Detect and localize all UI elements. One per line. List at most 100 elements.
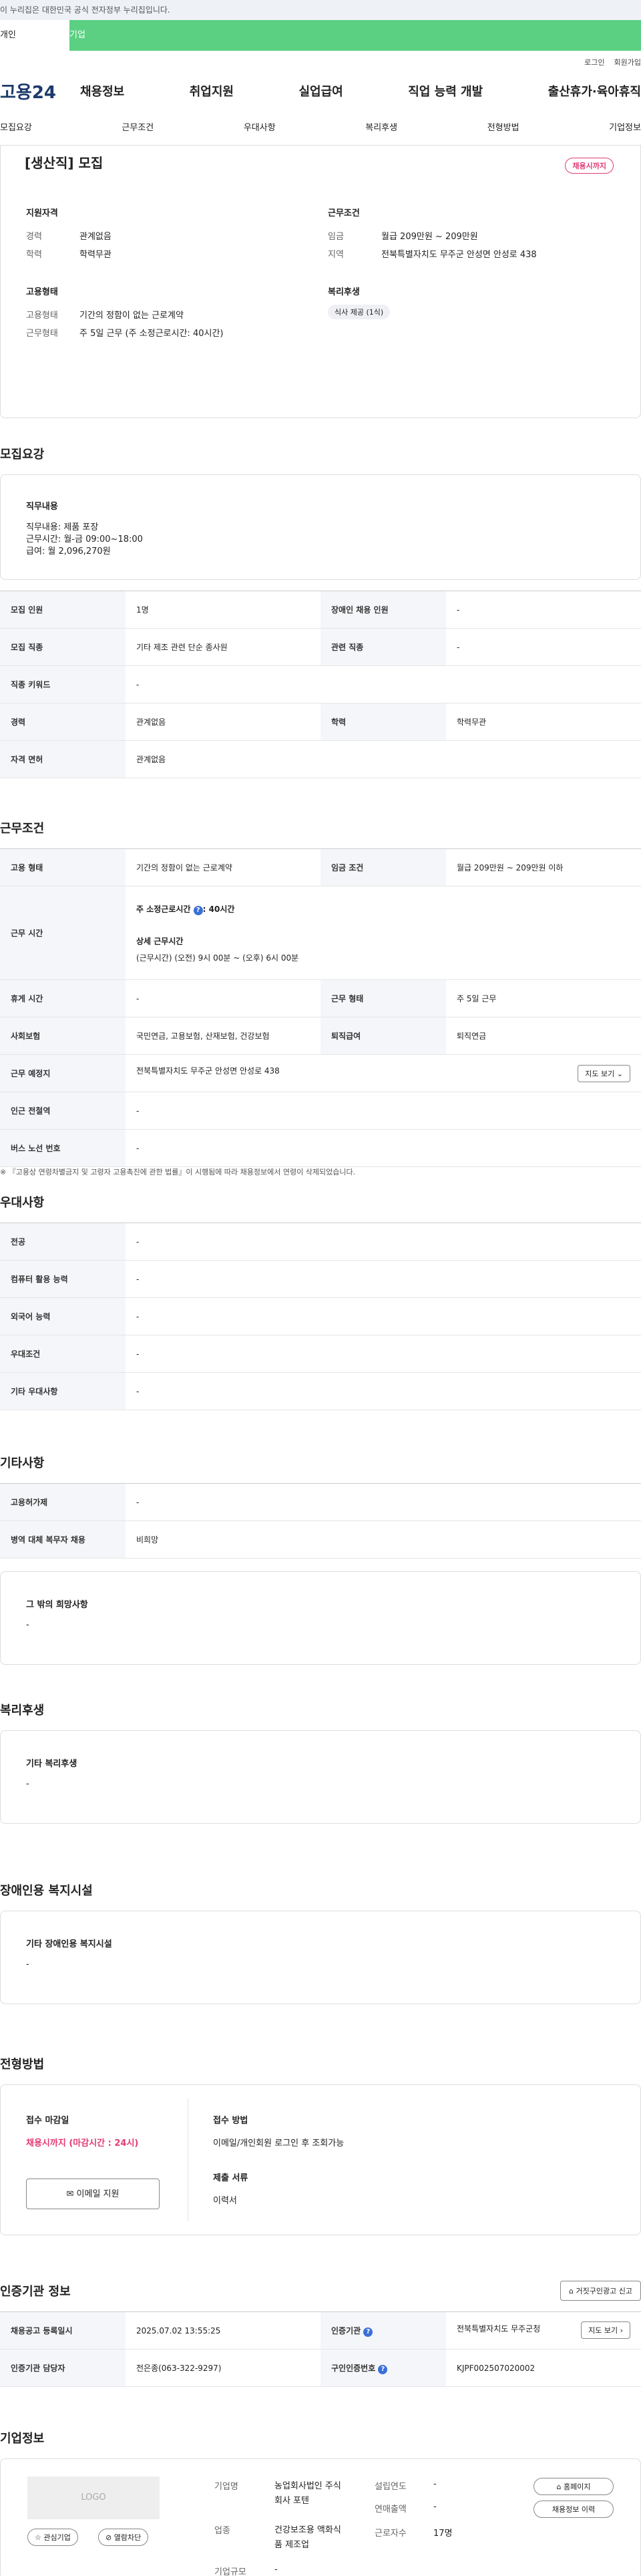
home-icon: ⌂ (556, 2482, 562, 2491)
founded-value: - (433, 2479, 437, 2489)
cond-heading: 근무조건 (328, 208, 360, 218)
cell-key: 외국어 능력 (0, 1297, 126, 1335)
cell-value: 관계없음 (126, 740, 641, 778)
cell-value: 기타 제조 관련 단순 종사원 (126, 628, 320, 666)
table-row: 모집 직종 기타 제조 관련 단순 종사원 관련 직종 - (0, 628, 641, 666)
selection-section: 전형방법 접수 마감일 채용시까지 (마감시간 : 24시) ✉ 이메일 지원 … (0, 2055, 641, 2282)
tab-selection[interactable]: 전형방법 (487, 120, 519, 133)
company-name-value: 농업회사법인 주식회사 포텐 (274, 2481, 341, 2506)
duty-line: 급여: 월 2,096,270원 (26, 546, 111, 556)
method-value: 이메일/개인회원 로그인 후 조회가능 (213, 2138, 345, 2148)
welfare-section: 복리후생 기타 복리후생 - (0, 1701, 641, 1881)
company-heading: 기업정보 (0, 2432, 45, 2446)
industry-value: 건강보조용 액화식품 제조업 (274, 2525, 341, 2550)
site-logo[interactable]: 고용24 (0, 79, 80, 104)
table-row: 휴게 시간 - 근무 형태 주 5일 근무 (0, 979, 641, 1017)
cell-key: 채용공고 등록일시 (0, 2311, 126, 2350)
edu-value: 학력무관 (79, 250, 112, 260)
cell-value: - (126, 1223, 641, 1261)
benefit-heading: 복리후생 (328, 287, 360, 297)
weekly-hours-label: 주 소정근로시간 (136, 904, 191, 914)
benefit-tag: 식사 제공 (1식) (328, 305, 391, 319)
favorite-label: 관심기업 (43, 2533, 71, 2542)
gov-notice-bar: 이 누리집은 대한민국 공식 전자정부 누리집입니다. (0, 0, 641, 20)
favorite-company-button[interactable]: ☆ 관심기업 (27, 2529, 78, 2546)
homepage-button[interactable]: ⌂ 홈페이지 (533, 2478, 614, 2495)
cell-key: 경력 (0, 703, 126, 741)
company-section: 기업정보 LOGO ☆ 관심기업 ⊘ 열람차단 기업명 농업회사법인 주식회사 … (0, 2429, 641, 2576)
tab-conditions[interactable]: 근무조건 (122, 120, 154, 133)
gnb-item-benefit[interactable]: 실업급여 (299, 82, 343, 100)
pref-table: 전공 - 컴퓨터 활용 능력 - 외국어 능력 - 우대조건 - 기타 우대사항 - (0, 1223, 641, 1410)
revenue-label: 연매출액 (375, 2505, 407, 2515)
login-link[interactable]: 로그인 (584, 57, 604, 67)
etc-heading: 기타사항 (0, 1456, 45, 1470)
cell-value: 2025.07.02 13:55:25 (126, 2311, 320, 2350)
gnb-item-support[interactable]: 취업지원 (190, 82, 234, 100)
tab-personal[interactable]: 개인 (0, 20, 69, 51)
table-row: 직종 키워드 - (0, 665, 641, 703)
weekly-hours-value: : 40시간 (202, 904, 235, 914)
status-badge: 채용시까지 (565, 158, 614, 174)
gnb-item-training[interactable]: 직업 능력 개발 (408, 82, 483, 100)
info-icon[interactable]: ? (378, 2364, 388, 2374)
cell-key: 고용 형태 (0, 848, 126, 887)
detail-hours-label: 상세 근무시간 (136, 936, 184, 946)
email-apply-button[interactable]: ✉ 이메일 지원 (26, 2179, 160, 2209)
docs-label: 제출 서류 (213, 2173, 248, 2183)
cell-key: 기타 우대사항 (0, 1372, 126, 1410)
welfare-heading: 복리후생 (0, 1704, 45, 1718)
cert-map-button[interactable]: 지도 보기 › (581, 2321, 630, 2339)
cell-key: 직종 키워드 (0, 665, 126, 703)
cell-value: - (126, 1483, 641, 1521)
cert-org-value: 전북특별자치도 무주군청 (457, 2323, 541, 2333)
table-row: 버스 노선 번호 - (0, 1129, 641, 1167)
area-value: 전북특별자치도 무주군 안성면 안성로 438 (381, 250, 537, 260)
size-label: 기업규모 (214, 2567, 246, 2576)
cell-key: 자격 면허 (0, 740, 126, 778)
table-row: 고용 형태 기간의 정함이 없는 근로계약 임금 조건 월급 209만원 ~ 2… (0, 848, 641, 887)
table-row: 사회보험 국민연금, 고용보험, 산재보험, 건강보험 퇴직급여 퇴직연금 (0, 1017, 641, 1055)
gnb-item-leave[interactable]: 출산휴가·육아휴직 (548, 82, 641, 100)
cell-value: 기간의 정함이 없는 근로계약 (126, 848, 320, 887)
wish-value: - (26, 1620, 29, 1630)
map-view-button[interactable]: 지도 보기 ⌄ (578, 1064, 630, 1082)
edu-label: 학력 (26, 250, 42, 260)
recruit-section: 모집요강 직무내용 직무내용: 제품 포장 근무시간: 월-금 09:00~18… (0, 418, 641, 819)
duty-card: 직무내용 직무내용: 제품 포장 근무시간: 월-금 09:00~18:00 급… (0, 474, 641, 580)
cell-key: 모집 직종 (0, 628, 126, 666)
join-link[interactable]: 회원가입 (614, 57, 641, 67)
cell-value: KJPF002507020002 (446, 2349, 641, 2387)
email-apply-label: 이메일 지원 (76, 2189, 120, 2199)
size-value: - (274, 2565, 278, 2575)
report-label: 거짓구인광고 신고 (576, 2287, 632, 2295)
table-row: 전공 - (0, 1223, 641, 1261)
career-label: 경력 (26, 232, 42, 242)
tab-company[interactable]: 기업 (69, 20, 641, 51)
req-heading: 지원자격 (26, 208, 58, 218)
false-ad-report-button[interactable]: ⌂ 거짓구인광고 신고 (560, 2281, 641, 2301)
table-row: 근무 시간 주 소정근로시간 ?: 40시간 상세 근무시간 (근무시간) (오… (0, 886, 641, 980)
gnb-menu: 채용정보 취업지원 실업급여 직업 능력 개발 출산휴가·육아휴직 (80, 82, 641, 100)
info-icon[interactable]: ? (193, 905, 203, 915)
cell-key: 사회보험 (0, 1017, 126, 1055)
info-icon[interactable]: ? (363, 2327, 373, 2337)
selection-heading: 전형방법 (0, 2058, 45, 2072)
company-card: LOGO ☆ 관심기업 ⊘ 열람차단 기업명 농업회사법인 주식회사 포텐 업종… (0, 2458, 641, 2576)
pref-heading: 우대사항 (0, 1196, 45, 1210)
tab-preference[interactable]: 우대사항 (244, 120, 276, 133)
cert-no-label: 구인인증번호 (331, 2363, 376, 2373)
tab-company-info[interactable]: 기업정보 (609, 120, 641, 133)
gov-notice-text: 이 누리집은 대한민국 공식 전자정부 누리집입니다. (0, 5, 170, 15)
global-nav: 고용24 채용정보 취업지원 실업급여 직업 능력 개발 출산휴가·육아휴직 (0, 73, 641, 108)
tab-welfare[interactable]: 복리후생 (365, 120, 397, 133)
job-history-button[interactable]: 채용정보 이력 (533, 2501, 614, 2518)
company-logo: LOGO (27, 2476, 160, 2519)
utility-links: 로그인 회원가입 (0, 51, 641, 73)
cell-value: - (446, 628, 641, 666)
cert-table: 채용공고 등록일시 2025.07.02 13:55:25 인증기관 ? 전북특… (0, 2311, 641, 2387)
tab-company-label: 기업 (69, 30, 85, 40)
block-view-button[interactable]: ⊘ 열람차단 (98, 2529, 149, 2546)
gnb-item-jobs[interactable]: 채용정보 (80, 82, 124, 100)
tab-recruit[interactable]: 모집요강 (0, 120, 32, 133)
